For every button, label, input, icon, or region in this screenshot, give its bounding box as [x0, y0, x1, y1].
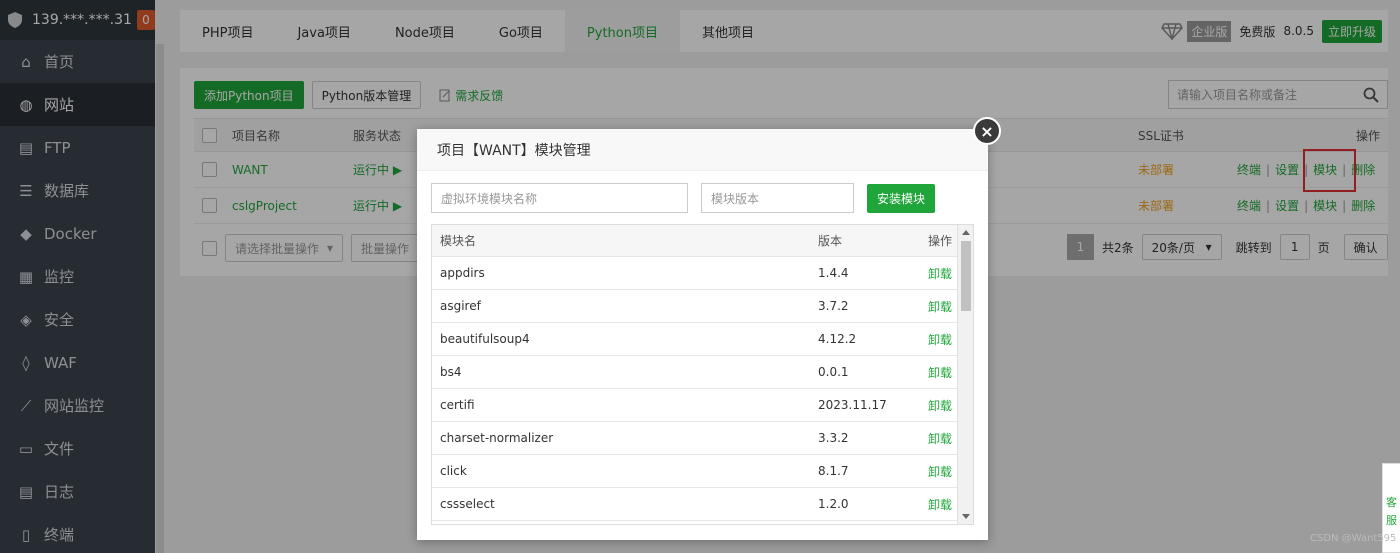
uninstall-link[interactable]: 卸载	[928, 422, 952, 454]
install-module-button[interactable]: 安装模块	[867, 184, 935, 213]
module-name: certifi	[440, 398, 475, 412]
module-version-input[interactable]: 模块版本	[701, 183, 854, 213]
module-row: beautifulsoup4 4.12.2 卸载	[432, 323, 973, 356]
module-version: 4.12.2	[818, 332, 857, 346]
module-name-input[interactable]: 虚拟环境模块名称	[431, 183, 688, 213]
module-row: asgiref 3.7.2 卸载	[432, 290, 973, 323]
module-version: 2023.11.17	[818, 398, 887, 412]
module-row: bs4 0.0.1 卸载	[432, 356, 973, 389]
col-module-name: 模块名	[440, 234, 477, 248]
modules-table-header: 模块名 版本 操作	[432, 225, 973, 257]
module-version: 8.1.7	[818, 464, 849, 478]
module-name: bs4	[440, 365, 462, 379]
module-name: charset-normalizer	[440, 431, 554, 445]
module-row: certifi 2023.11.17 卸载	[432, 389, 973, 422]
cs-label-2: 服	[1386, 514, 1397, 527]
uninstall-link[interactable]: 卸载	[928, 290, 952, 322]
modules-table: 模块名 版本 操作 appdirs 1.4.4 卸载 asgiref 3.7.2 卸载 be…	[431, 224, 974, 525]
module-manager-dialog: 项目【WANT】模块管理 虚拟环境模块名称 模块版本 安装模块 模块名 版本 操…	[417, 129, 988, 540]
module-name: cssselect	[440, 497, 495, 511]
module-version: 3.7.2	[818, 299, 849, 313]
uninstall-link[interactable]: 卸载	[928, 257, 952, 289]
uninstall-link[interactable]: 卸载	[928, 356, 952, 388]
uninstall-link[interactable]: 卸载	[928, 488, 952, 520]
uninstall-link[interactable]: 卸载	[928, 455, 952, 487]
module-name-placeholder: 虚拟环境模块名称	[441, 191, 538, 206]
module-row: cssselect 1.2.0 卸载	[432, 488, 973, 521]
uninstall-link[interactable]: 卸载	[928, 323, 952, 355]
watermark: CSDN @Want595	[1310, 533, 1397, 544]
scroll-down-arrow-icon[interactable]	[962, 514, 970, 519]
module-row: charset-normalizer 3.3.2 卸载	[432, 422, 973, 455]
module-name: click	[440, 464, 467, 478]
module-version: 1.4.4	[818, 266, 849, 280]
close-icon[interactable]: ×	[973, 117, 1001, 145]
uninstall-link[interactable]: 卸载	[928, 389, 952, 421]
col-module-version: 版本	[818, 234, 843, 248]
col-module-op: 操作	[928, 234, 953, 248]
module-name: asgiref	[440, 299, 481, 313]
module-name: appdirs	[440, 266, 485, 280]
module-version: 0.0.1	[818, 365, 849, 379]
module-row: appdirs 1.4.4 卸载	[432, 257, 973, 290]
module-name: beautifulsoup4	[440, 332, 530, 346]
modules-scrollbar[interactable]	[957, 225, 973, 524]
dialog-title: 项目【WANT】模块管理	[417, 129, 988, 171]
scroll-thumb[interactable]	[961, 241, 971, 311]
module-version: 3.3.2	[818, 431, 849, 445]
cs-label-1: 客	[1386, 496, 1397, 509]
module-row: click 8.1.7 卸载	[432, 455, 973, 488]
module-version: 1.2.0	[818, 497, 849, 511]
module-version-placeholder: 模块版本	[711, 191, 760, 206]
scroll-up-arrow-icon[interactable]	[962, 230, 970, 235]
